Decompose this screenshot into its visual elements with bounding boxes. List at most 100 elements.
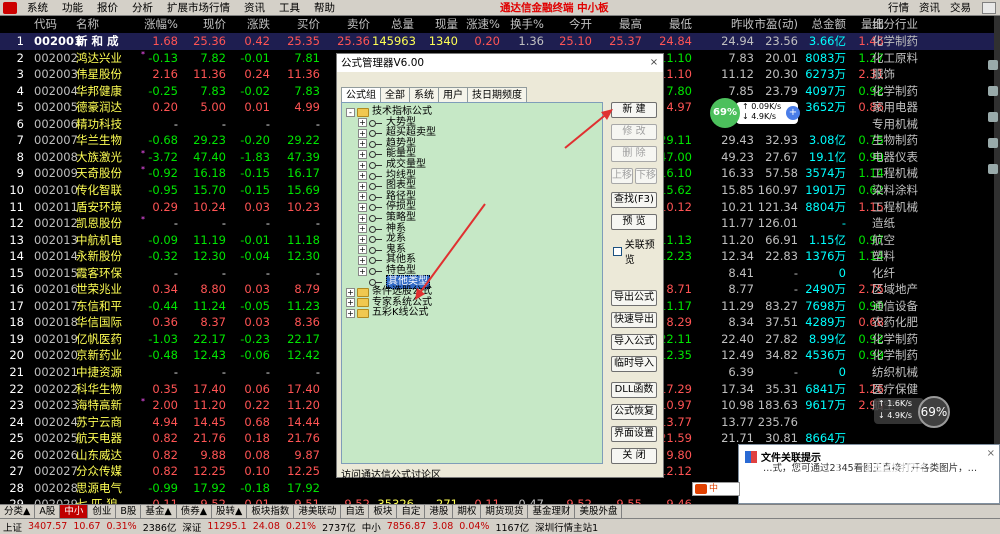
dialog-close-icon[interactable]: × <box>648 57 660 69</box>
move-down-button[interactable]: 下移 <box>635 168 657 184</box>
menu-analysis[interactable]: 分析 <box>125 0 160 16</box>
new-button[interactable]: 新 建 <box>611 102 657 118</box>
market-tab[interactable]: 板块 <box>369 505 398 518</box>
header-pe[interactable]: 市盈(动) <box>754 16 798 33</box>
menu-news[interactable]: 资讯 <box>237 0 272 16</box>
preview-button[interactable]: 预 览 <box>611 214 657 230</box>
header-sell[interactable]: 卖价 <box>326 16 370 33</box>
menu-quote[interactable]: 报价 <box>90 0 125 16</box>
collapse-minus-icon[interactable]: - <box>346 107 355 117</box>
find-button[interactable]: 查找(F3) <box>611 192 657 208</box>
expand-plus-icon[interactable]: + <box>358 202 367 212</box>
menu-right-trade[interactable]: 交易 <box>945 0 976 15</box>
header-buy[interactable]: 买价 <box>270 16 320 33</box>
delete-button[interactable]: 删 除 <box>611 146 657 162</box>
memory-percent-2[interactable]: 69% <box>918 396 950 428</box>
market-tab[interactable]: 期货现货 <box>481 505 529 518</box>
memory-percent[interactable]: 69% <box>710 98 740 128</box>
table-row[interactable]: 1 002001 新 和 成 1.68 25.36 0.42 25.35 25.36 14596… <box>0 33 994 50</box>
close-dialog-button[interactable]: 关 闭 <box>611 448 657 464</box>
market-tab[interactable]: 板块指数 <box>247 505 295 518</box>
network-speed-widget[interactable]: ↑ 0.09K/s ↓ 4.9K/s 69% + <box>710 98 800 128</box>
formula-restore-button[interactable]: 公式恢复 <box>611 404 657 420</box>
market-tab[interactable]: B股 <box>116 505 142 518</box>
expand-plus-icon[interactable]: + <box>358 266 367 276</box>
expand-plus-icon[interactable]: + <box>358 118 367 128</box>
expand-plus-icon[interactable]: + <box>358 192 367 202</box>
header-price[interactable]: 现价 <box>178 16 226 33</box>
expand-plus-icon[interactable]: + <box>358 255 367 265</box>
dll-function-button[interactable]: DLL函数 <box>611 382 657 398</box>
menu-right-news[interactable]: 资讯 <box>914 0 945 15</box>
tool-icon[interactable] <box>988 138 998 148</box>
ui-settings-button[interactable]: 界面设置 <box>611 426 657 442</box>
expand-plus-icon[interactable]: + <box>358 181 367 191</box>
header-turn[interactable]: 换手% <box>500 16 544 33</box>
market-tab[interactable]: 美股外盘 <box>575 505 623 518</box>
ime-mode[interactable]: 中 <box>709 484 718 494</box>
menu-function[interactable]: 功能 <box>55 0 90 16</box>
export-formula-button[interactable]: 导出公式 <box>611 290 657 306</box>
expand-plus-icon[interactable]: + <box>346 287 355 297</box>
ime-toolbar[interactable]: 中 <box>692 482 740 496</box>
tab-system[interactable]: 系统 <box>409 87 439 103</box>
expand-plus-icon[interactable]: + <box>358 139 367 149</box>
notice-close-icon[interactable]: × <box>987 448 995 459</box>
move-up-button[interactable]: 上移 <box>611 168 633 184</box>
tree-node[interactable]: + 五彩K线公式 <box>346 307 429 319</box>
tool-icon[interactable] <box>988 86 998 96</box>
market-tab[interactable]: 期权 <box>453 505 482 518</box>
header-spd[interactable]: 涨速% <box>458 16 500 33</box>
market-tab[interactable]: 基金▲ <box>141 505 177 518</box>
header-pct[interactable]: 涨幅% <box>140 16 178 33</box>
expand-plus-icon[interactable]: + <box>346 298 355 308</box>
expand-plus-icon[interactable]: + <box>358 234 367 244</box>
boost-plus-icon[interactable]: + <box>786 106 800 120</box>
market-tab[interactable]: 自选 <box>341 505 370 518</box>
header-amt[interactable]: 总金额 <box>800 16 847 33</box>
header-low[interactable]: 最低 <box>642 16 692 33</box>
menu-system[interactable]: 系统 <box>20 0 55 16</box>
market-tab[interactable]: 股转▲ <box>212 505 248 518</box>
expand-plus-icon[interactable]: + <box>358 149 367 159</box>
header-name[interactable]: 名称 <box>76 16 146 33</box>
menu-tools[interactable]: 工具 <box>272 0 307 16</box>
tool-icon[interactable] <box>988 112 998 122</box>
link-preview-checkbox[interactable]: 关联预览 <box>613 236 663 266</box>
header-ind[interactable]: 细分行业 <box>872 16 992 33</box>
expand-plus-icon[interactable]: + <box>358 224 367 234</box>
quick-export-button[interactable]: 快速导出 <box>611 312 657 328</box>
header-prev[interactable]: 昨收 <box>704 16 754 33</box>
market-tab[interactable]: 债券▲ <box>177 505 212 518</box>
tool-icon[interactable] <box>988 164 998 174</box>
market-tab[interactable]: 港美联动 <box>294 505 342 518</box>
expand-plus-icon[interactable]: + <box>358 171 367 181</box>
market-tab[interactable]: 港股 <box>425 505 454 518</box>
expand-plus-icon[interactable]: + <box>358 245 367 255</box>
tree-node-label[interactable]: 五彩K线公式 <box>372 307 429 319</box>
tab-all[interactable]: 全部 <box>380 87 410 103</box>
tab-user[interactable]: 用户 <box>438 87 468 103</box>
expand-plus-icon[interactable]: + <box>346 308 355 318</box>
menu-extended-market[interactable]: 扩展市场行情 <box>160 0 237 16</box>
market-tab[interactable]: A股 <box>35 505 61 518</box>
server-status[interactable]: 深圳行情主站1 <box>532 520 601 534</box>
market-tab[interactable]: 基金理财 <box>528 505 576 518</box>
tab-by-frequency[interactable]: 技日期频度 <box>467 87 527 103</box>
header-chg[interactable]: 涨跌 <box>226 16 270 33</box>
menu-right-quote[interactable]: 行情 <box>883 0 914 15</box>
header-vol[interactable]: 总量 <box>372 16 414 33</box>
tool-icon[interactable] <box>988 60 998 70</box>
import-formula-button[interactable]: 导入公式 <box>611 334 657 350</box>
network-speed-widget-2[interactable]: ↑ 1.6K/s ↓ 4.9K/s 69% <box>874 396 958 428</box>
modify-button[interactable]: 修 改 <box>611 124 657 140</box>
temp-import-button[interactable]: 临时导入 <box>611 356 657 372</box>
expand-plus-icon[interactable]: + <box>358 213 367 223</box>
expand-plus-icon[interactable]: + <box>358 128 367 138</box>
checkbox-box[interactable] <box>613 246 622 256</box>
market-tab[interactable]: 创业 <box>88 505 117 518</box>
minimize-button[interactable] <box>982 1 996 14</box>
header-now[interactable]: 现量 <box>414 16 458 33</box>
header-high[interactable]: 最高 <box>592 16 642 33</box>
expand-plus-icon[interactable]: + <box>358 160 367 170</box>
